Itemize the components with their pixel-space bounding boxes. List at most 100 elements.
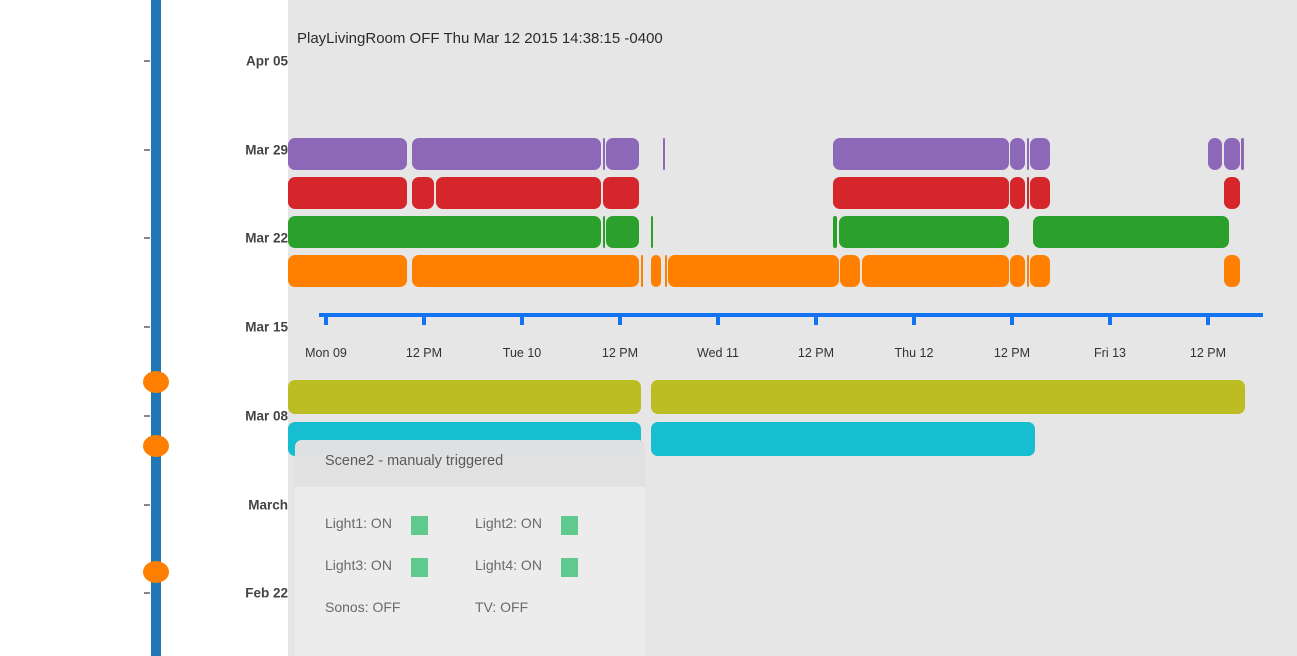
device-state-label: TV: OFF bbox=[475, 599, 529, 615]
bar-segment[interactable] bbox=[1030, 177, 1050, 209]
bar-segment[interactable] bbox=[288, 255, 407, 287]
bar-row-red-track bbox=[288, 177, 1297, 209]
time-axis-tick bbox=[520, 317, 524, 325]
bar-segment[interactable] bbox=[833, 177, 1009, 209]
vertical-axis-line bbox=[151, 0, 161, 656]
bar-segment[interactable] bbox=[862, 255, 1009, 287]
bar-segment[interactable] bbox=[1027, 177, 1029, 209]
bar-segment[interactable] bbox=[1241, 138, 1244, 170]
scene-tooltip-body: Light1: ON Light2: ON Light3: ON Light4: ON… bbox=[295, 487, 645, 656]
time-axis-label: 12 PM bbox=[993, 346, 1031, 360]
device-state-row: Light2: ON bbox=[475, 515, 578, 535]
bar-segment[interactable] bbox=[1010, 138, 1025, 170]
bar-segment[interactable] bbox=[288, 380, 641, 414]
time-axis-label: Mon 09 bbox=[305, 346, 347, 360]
date-tick-label: March bbox=[248, 497, 288, 513]
timeline-event-marker[interactable] bbox=[143, 371, 169, 393]
page-title: PlayLivingRoom OFF Thu Mar 12 2015 14:38… bbox=[297, 30, 663, 47]
bar-segment[interactable] bbox=[288, 138, 407, 170]
bar-segment[interactable] bbox=[651, 216, 653, 248]
bar-segment[interactable] bbox=[288, 216, 601, 248]
device-state-label: Light2: ON bbox=[475, 515, 542, 531]
bar-segment[interactable] bbox=[641, 255, 643, 287]
date-tick-mark bbox=[144, 237, 150, 239]
time-axis-tick bbox=[716, 317, 720, 325]
device-state-row: Light3: ON bbox=[325, 557, 428, 577]
bar-segment[interactable] bbox=[412, 138, 601, 170]
time-axis-label: 12 PM bbox=[405, 346, 443, 360]
bar-row-orange-track bbox=[288, 255, 1297, 287]
bar-segment[interactable] bbox=[840, 255, 860, 287]
time-axis-label: 12 PM bbox=[797, 346, 835, 360]
bar-segment[interactable] bbox=[1010, 255, 1025, 287]
bar-segment[interactable] bbox=[1027, 138, 1029, 170]
bar-row-purple-track bbox=[288, 138, 1297, 170]
device-state-swatch bbox=[561, 558, 578, 577]
bar-segment[interactable] bbox=[606, 216, 639, 248]
date-tick-label: Mar 22 bbox=[245, 230, 288, 246]
bar-segment[interactable] bbox=[833, 216, 837, 248]
time-axis-label: Fri 13 bbox=[1094, 346, 1126, 360]
device-state-swatch bbox=[411, 558, 428, 577]
bar-segment[interactable] bbox=[1030, 138, 1050, 170]
bar-segment[interactable] bbox=[412, 177, 434, 209]
time-axis-label: Thu 12 bbox=[894, 346, 934, 360]
bar-segment[interactable] bbox=[839, 216, 1009, 248]
bar-row-green-track bbox=[288, 216, 1297, 248]
bar-segment[interactable] bbox=[606, 138, 639, 170]
time-axis-label: Wed 11 bbox=[697, 346, 739, 360]
bar-segment[interactable] bbox=[651, 380, 1245, 414]
device-state-label: Light3: ON bbox=[325, 557, 392, 573]
time-axis-tick bbox=[618, 317, 622, 325]
timeline-event-marker[interactable] bbox=[143, 435, 169, 457]
device-state-swatch bbox=[411, 516, 428, 535]
bar-segment[interactable] bbox=[603, 177, 639, 209]
time-axis: Mon 09 12 PM Tue 10 12 PM Wed 11 12 PM Thu 12 1… bbox=[288, 313, 1297, 373]
device-state-row: Light4: ON bbox=[475, 557, 578, 577]
time-axis-tick bbox=[422, 317, 426, 325]
time-axis-line bbox=[319, 313, 1263, 317]
time-axis-tick bbox=[912, 317, 916, 325]
bar-segment[interactable] bbox=[663, 138, 665, 170]
vertical-date-timeline: Apr 05 Mar 29 Mar 22 Mar 15 Mar 08 March Feb 2… bbox=[0, 0, 288, 656]
time-axis-label: 12 PM bbox=[1189, 346, 1227, 360]
bar-segment[interactable] bbox=[651, 255, 661, 287]
date-tick-label: Feb 22 bbox=[245, 585, 288, 601]
bar-segment[interactable] bbox=[288, 177, 407, 209]
date-tick-label: Apr 05 bbox=[245, 53, 288, 69]
bar-row-olive-track bbox=[288, 380, 1297, 414]
scene-tooltip-title: Scene2 - manualy triggered bbox=[325, 453, 504, 469]
bar-segment[interactable] bbox=[436, 177, 601, 209]
bar-segment[interactable] bbox=[1224, 138, 1240, 170]
bar-segment[interactable] bbox=[603, 138, 605, 170]
time-axis-label: Tue 10 bbox=[502, 346, 542, 360]
bar-segment[interactable] bbox=[833, 138, 1009, 170]
time-axis-tick bbox=[1108, 317, 1112, 325]
date-tick-label: Mar 29 bbox=[245, 142, 288, 158]
device-state-label: Light4: ON bbox=[475, 557, 542, 573]
bar-segment[interactable] bbox=[1224, 177, 1240, 209]
timeline-event-marker[interactable] bbox=[143, 561, 169, 583]
bar-segment[interactable] bbox=[1224, 255, 1240, 287]
date-tick-label: Mar 08 bbox=[245, 408, 288, 424]
bar-segment[interactable] bbox=[412, 255, 639, 287]
date-tick-mark bbox=[144, 149, 150, 151]
bar-segment[interactable] bbox=[665, 255, 667, 287]
bar-segment[interactable] bbox=[668, 255, 839, 287]
bar-segment[interactable] bbox=[1208, 138, 1222, 170]
date-tick-mark bbox=[144, 504, 150, 506]
device-state-label: Light1: ON bbox=[325, 515, 392, 531]
date-tick-mark bbox=[144, 415, 150, 417]
date-tick-mark bbox=[144, 326, 150, 328]
bar-segment[interactable] bbox=[603, 216, 605, 248]
time-axis-tick bbox=[1010, 317, 1014, 325]
device-state-row: Sonos: OFF bbox=[325, 599, 400, 619]
time-axis-tick bbox=[814, 317, 818, 325]
bar-segment[interactable] bbox=[1010, 177, 1025, 209]
time-axis-label: 12 PM bbox=[601, 346, 639, 360]
bar-segment[interactable] bbox=[1027, 255, 1029, 287]
bar-segment[interactable] bbox=[1030, 255, 1050, 287]
date-tick-label: Mar 15 bbox=[245, 319, 288, 335]
bar-segment[interactable] bbox=[1033, 216, 1229, 248]
bar-segment[interactable] bbox=[651, 422, 1035, 456]
